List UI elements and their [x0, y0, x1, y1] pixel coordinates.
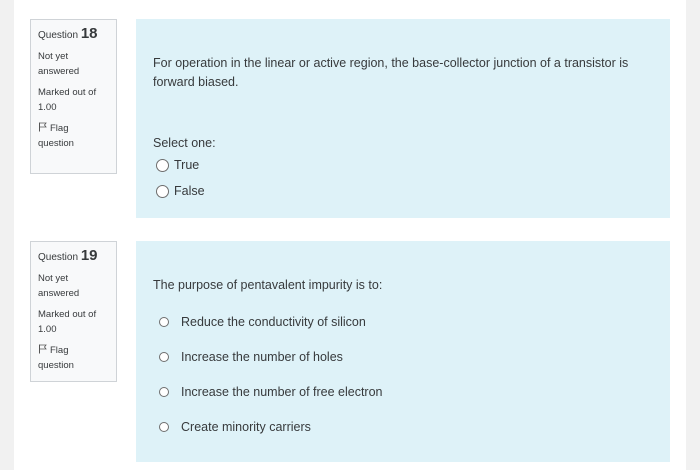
answer-option-false[interactable]: False	[156, 184, 205, 198]
flag-icon	[39, 344, 47, 354]
answer-option-label: True	[174, 158, 200, 172]
answer-option-label: Increase the number of holes	[181, 350, 343, 364]
flag-label-line-2: question	[38, 360, 74, 371]
question-content-18: For operation in the linear or active re…	[136, 19, 670, 218]
grade-line-1: Marked out of	[38, 309, 97, 320]
question-number: Question 19	[38, 248, 110, 266]
question-state: Not yet answered	[38, 49, 110, 79]
answer-option-label: Reduce the conductivity of silicon	[181, 315, 366, 329]
radio-button-icon[interactable]	[159, 387, 169, 397]
question-label: Question	[38, 30, 79, 41]
answer-option-reduce-conductivity[interactable]: Reduce the conductivity of silicon	[159, 315, 366, 329]
question-grade: Marked out of 1.00	[38, 307, 110, 337]
flag-label-line-1: Flag	[50, 345, 69, 356]
question-text-line-2: forward biased.	[153, 75, 239, 89]
question-text-line-1: The purpose of pentavalent impurity is t…	[153, 278, 383, 292]
radio-button-icon[interactable]	[159, 317, 169, 327]
state-line-2: answered	[38, 66, 80, 77]
question-label: Question	[38, 252, 79, 263]
flag-question-link[interactable]: Flag question	[38, 121, 110, 151]
flag-question-link[interactable]: Flag question	[38, 343, 110, 373]
question-text: The purpose of pentavalent impurity is t…	[153, 276, 382, 295]
answer-option-label: Create minority carriers	[181, 420, 311, 434]
answer-option-increase-free-electron[interactable]: Increase the number of free electron	[159, 385, 383, 399]
question-content-19: The purpose of pentavalent impurity is t…	[136, 241, 670, 462]
flag-label-line-1: Flag	[50, 123, 69, 134]
question-number: Question 18	[38, 26, 110, 44]
question-grade: Marked out of 1.00	[38, 85, 110, 115]
answer-option-increase-holes[interactable]: Increase the number of holes	[159, 350, 343, 364]
radio-button-icon[interactable]	[159, 352, 169, 362]
answer-option-true[interactable]: True	[156, 158, 199, 172]
page-margin-right	[686, 0, 700, 470]
state-line-2: answered	[38, 288, 80, 299]
page-margin-left	[0, 0, 14, 470]
grade-line-2: 1.00	[38, 102, 57, 113]
flag-label-line-2: question	[38, 138, 74, 149]
answer-option-label: False	[174, 184, 205, 198]
question-number-value: 19	[80, 247, 98, 264]
question-text: For operation in the linear or active re…	[153, 54, 628, 92]
question-text-line-1: For operation in the linear or active re…	[153, 56, 629, 70]
select-one-prompt: Select one:	[153, 136, 216, 150]
question-state: Not yet answered	[38, 271, 110, 301]
question-info-19: Question 19 Not yet answered Marked out …	[30, 241, 117, 382]
radio-button-icon[interactable]	[159, 422, 169, 432]
radio-button-icon[interactable]	[156, 184, 169, 198]
flag-icon	[39, 122, 47, 132]
grade-line-1: Marked out of	[38, 87, 97, 98]
answer-option-minority-carriers[interactable]: Create minority carriers	[159, 420, 311, 434]
answer-option-label: Increase the number of free electron	[181, 385, 383, 399]
state-line-1: Not yet	[38, 51, 69, 62]
radio-button-icon[interactable]	[156, 158, 169, 172]
question-info-18: Question 18 Not yet answered Marked out …	[30, 19, 117, 174]
question-number-value: 18	[80, 25, 98, 42]
grade-line-2: 1.00	[38, 324, 57, 335]
state-line-1: Not yet	[38, 273, 69, 284]
